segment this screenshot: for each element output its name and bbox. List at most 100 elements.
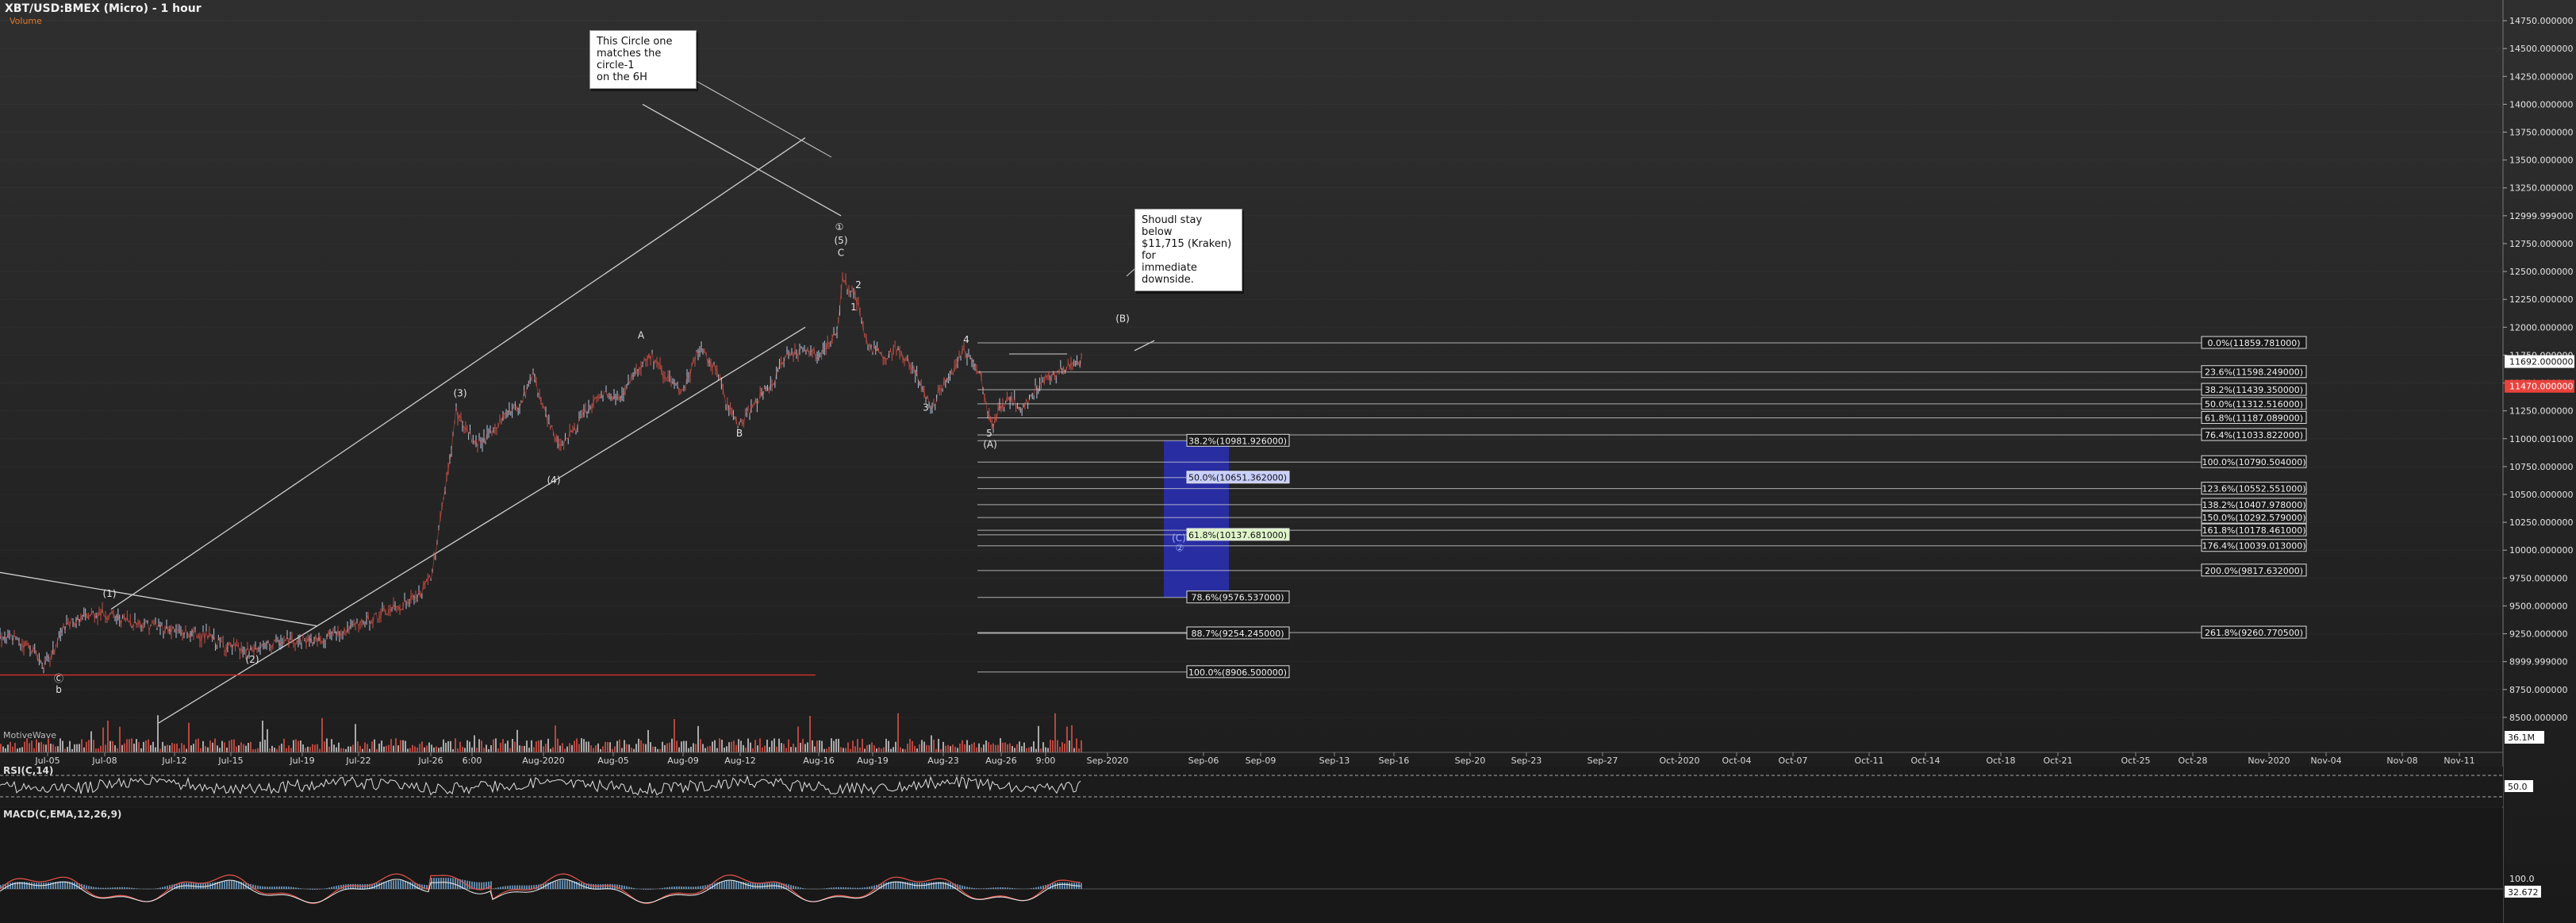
volume-bar <box>607 741 608 752</box>
fib-label: 61.8%(10137.681000) <box>1188 530 1287 540</box>
macd-histogram-bar <box>985 888 987 889</box>
fib-label: 76.4%(11033.822000) <box>2205 430 2303 440</box>
volume-bar <box>616 740 618 752</box>
volume-bar <box>52 744 54 752</box>
volume-bar <box>969 744 970 752</box>
volume-bar <box>374 739 375 752</box>
volume-bar <box>559 745 561 752</box>
y-tick-label: 10250.000000 <box>2509 517 2573 528</box>
volume-bar <box>69 740 71 752</box>
fib-label: 38.2%(10981.926000) <box>1188 436 1287 446</box>
macd-histogram-bar <box>852 887 854 889</box>
target-zone <box>1164 440 1229 598</box>
volume-bar <box>129 739 130 752</box>
volume-bar <box>545 744 547 752</box>
volume-bar <box>36 739 37 752</box>
x-axis[interactable]: Jul-05 Jul-08 Jul-12 Jul-15 Jul-19 Jul-22 Jul-… <box>0 752 2503 766</box>
macd-histogram-bar <box>405 881 406 889</box>
x-tick-label: Sep-20 <box>1455 756 1486 766</box>
volume-bar <box>417 747 418 752</box>
note-line: on the 6H <box>597 71 647 83</box>
volume-bar <box>293 740 294 752</box>
macd-histogram-bar <box>728 880 730 889</box>
volume-bar <box>826 748 827 752</box>
macd-histogram-bar <box>1004 887 1006 889</box>
macd-histogram-bar <box>981 888 982 889</box>
volume-bar <box>597 743 599 752</box>
macd-histogram-bar <box>333 886 335 889</box>
volume-bar <box>866 744 868 752</box>
macd-histogram-bar <box>214 882 216 889</box>
x-tick-label: Sep-13 <box>1319 756 1350 766</box>
volume-bar <box>1047 748 1049 752</box>
macd-histogram-bar <box>64 881 66 889</box>
volume-bar <box>521 745 523 752</box>
volume-bar <box>1035 748 1037 752</box>
volume-bar <box>819 740 820 752</box>
wave-label: ① <box>835 221 844 233</box>
macd-histogram-bar <box>95 887 97 889</box>
volume-bar <box>328 746 330 752</box>
macd-histogram-bar <box>804 888 806 889</box>
macd-histogram-bar <box>93 886 94 889</box>
volume-bar <box>871 742 873 752</box>
macd-histogram-bar <box>914 883 916 889</box>
macd-histogram-bar <box>1000 887 1001 889</box>
x-tick-label: Aug-09 <box>667 756 698 766</box>
x-tick-label: Oct-14 <box>1911 756 1941 766</box>
volume-bar <box>1031 746 1032 752</box>
volume-bar <box>876 748 877 752</box>
volume-bar <box>726 746 727 752</box>
volume-bar <box>957 748 958 752</box>
macd-histogram-bar <box>29 882 30 889</box>
volume-bar <box>1002 742 1004 752</box>
note-stay-below[interactable]: Shoudl stay below $11,715 (Kraken) for i… <box>1134 209 1242 291</box>
volume-bar <box>7 744 9 752</box>
volume-bar <box>843 748 844 752</box>
macd-histogram-bar <box>531 885 532 889</box>
macd-histogram-bar <box>497 887 499 889</box>
macd-histogram-bar <box>495 887 497 889</box>
volume-bar <box>614 746 616 752</box>
volume-bar <box>407 748 409 752</box>
y-tick-label: 8750.000000 <box>2509 685 2567 695</box>
volume-bar <box>176 743 178 752</box>
volume-bar <box>976 747 977 752</box>
macd-histogram-bar <box>945 882 946 889</box>
macd-histogram-bar <box>700 886 701 889</box>
macd-histogram-bar <box>478 882 480 889</box>
trend-lines <box>0 75 1155 724</box>
volume-bar <box>321 717 323 752</box>
volume-bar <box>133 744 135 752</box>
volume-bar <box>778 738 780 752</box>
macd-histogram-bar <box>973 887 975 889</box>
volume-bar <box>516 729 518 752</box>
volume-bar <box>828 746 830 752</box>
macd-histogram-bar <box>274 886 275 889</box>
x-tick-label: Oct-18 <box>1987 756 2016 766</box>
volume-bar <box>21 747 23 752</box>
macd-histogram-bar <box>969 887 970 889</box>
macd-histogram-bar <box>1012 887 1013 889</box>
macd-histogram-bar <box>754 883 756 889</box>
macd-histogram-bar <box>947 882 949 889</box>
macd-histogram-bar <box>885 882 887 889</box>
note-circle[interactable]: This Circle one matches the circle-1 on … <box>589 30 697 89</box>
fib-label: 0.0%(11859.781000) <box>2207 338 2300 348</box>
volume-bar <box>923 741 925 752</box>
macd-histogram-bar <box>983 888 985 889</box>
fib-label: 200.0%(9817.632000) <box>2205 566 2303 576</box>
y-tick-label: 11250.000000 <box>2509 406 2573 417</box>
volume-bars <box>0 713 1082 752</box>
volume-bar <box>357 741 359 752</box>
volume-bar <box>935 748 937 752</box>
volume-bar <box>131 738 132 752</box>
volume-bar <box>645 744 647 752</box>
wave-label: (B) <box>1115 313 1130 324</box>
macd-histogram-bar <box>976 888 977 889</box>
volume-bar <box>1012 746 1013 752</box>
y-tick-label: 12500.000000 <box>2509 267 2573 277</box>
macd-histogram-bar <box>133 887 135 889</box>
volume-bar <box>595 745 597 752</box>
volume-bar <box>236 746 237 752</box>
